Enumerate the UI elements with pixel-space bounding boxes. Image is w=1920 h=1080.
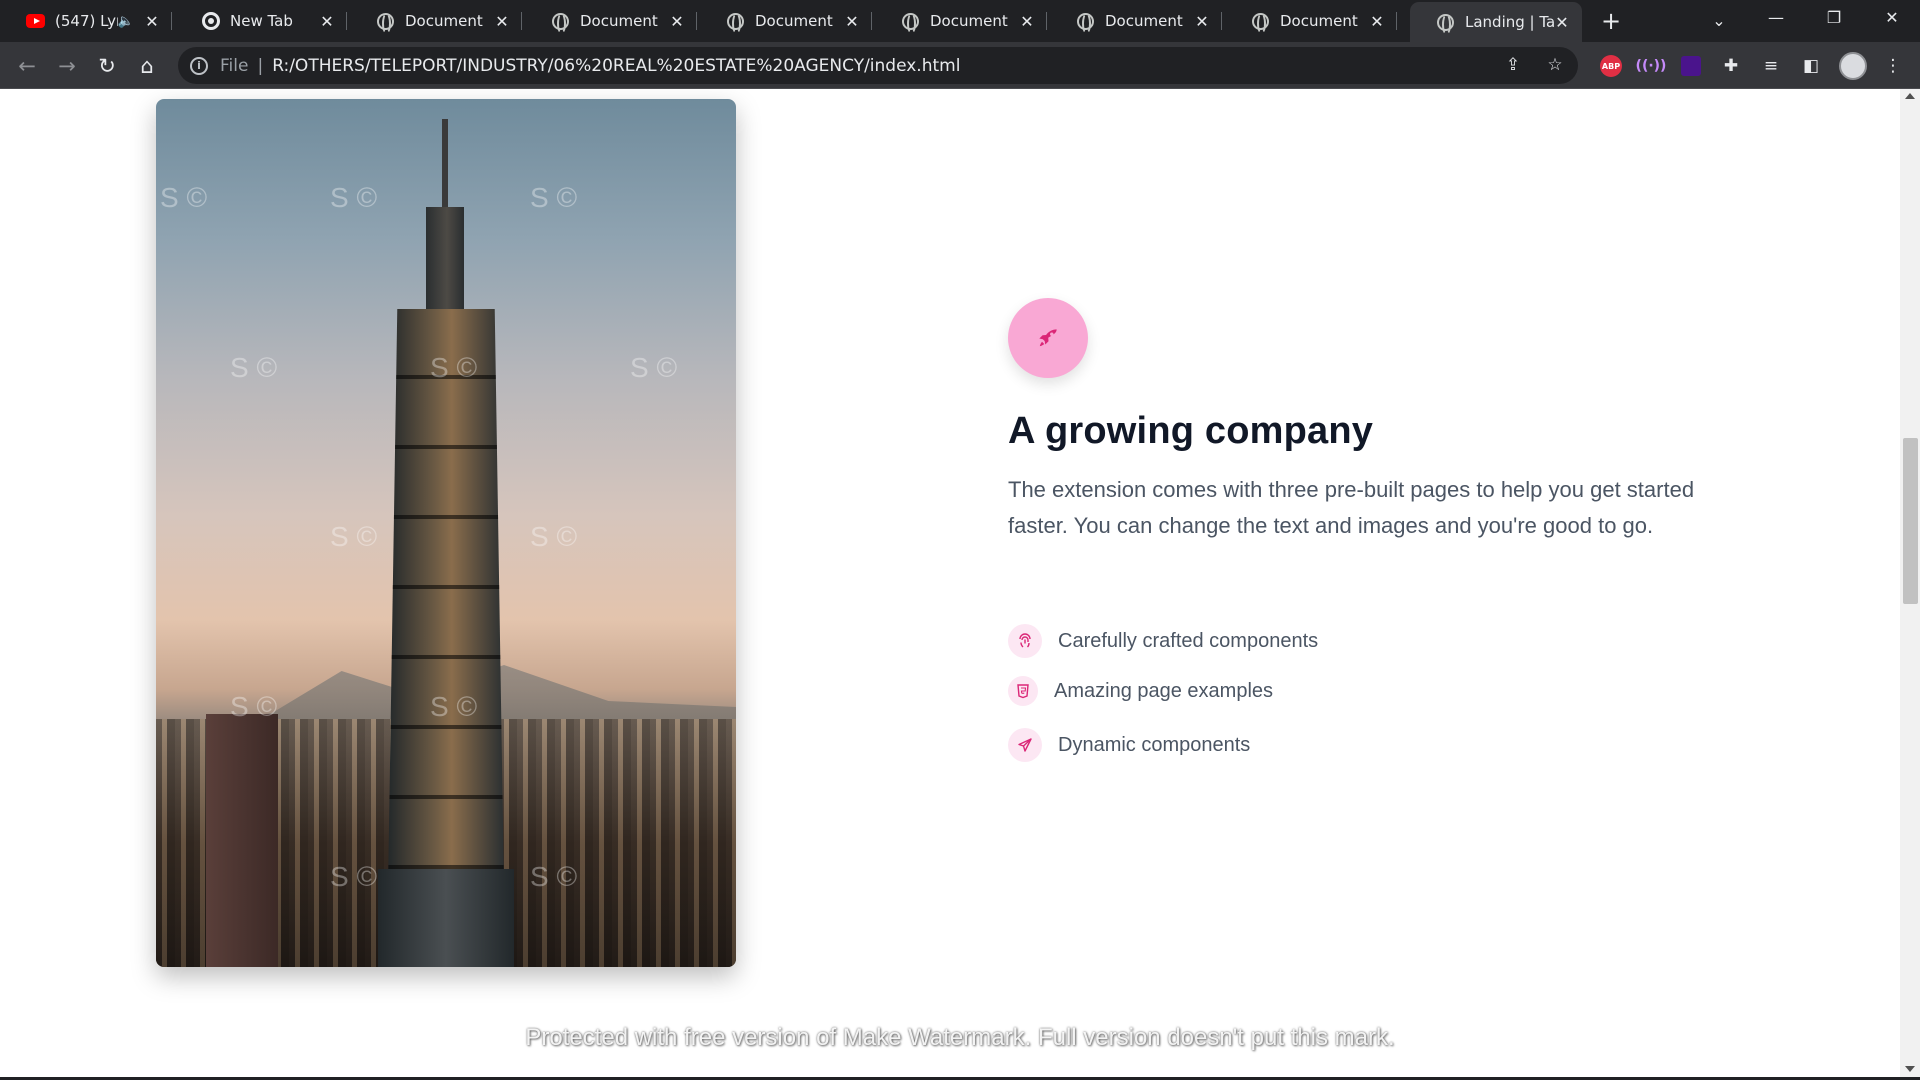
reload-button[interactable]: ↻ — [91, 50, 123, 82]
feature-item-text: Carefully crafted components — [1058, 629, 1319, 652]
url-text[interactable]: R:/OTHERS/TELEPORT/INDUSTRY/06%20REAL%20… — [272, 56, 960, 76]
tab-title: (547) Lyric — [55, 12, 118, 30]
chrome-icon — [201, 12, 220, 31]
close-tab-icon[interactable]: ✕ — [144, 12, 160, 31]
purple-wave-icon[interactable]: ((·)) — [1636, 52, 1667, 80]
tab-title: Document — [930, 12, 1008, 30]
share-icon[interactable]: ⇪ — [1500, 52, 1526, 78]
tab-title: Document — [1280, 12, 1358, 30]
fingerprint-icon — [1008, 624, 1042, 658]
back-button[interactable]: ← — [11, 50, 43, 82]
tab-title: Document — [405, 12, 483, 30]
side-panel-icon[interactable]: ◧ — [1797, 52, 1825, 80]
close-tab-icon[interactable]: ✕ — [1369, 12, 1385, 31]
bookmark-star-icon[interactable]: ☆ — [1542, 52, 1568, 78]
feature-icon-badge — [1008, 298, 1088, 378]
address-bar[interactable]: i File | R:/OTHERS/TELEPORT/INDUSTRY/06%… — [178, 47, 1578, 84]
watermark-mark: S © — [230, 691, 278, 722]
rocket-icon — [1039, 329, 1057, 347]
feature-title: A growing company — [1008, 410, 1374, 452]
globe-icon — [1436, 13, 1455, 35]
tab-search-chevron-icon[interactable]: ⌄ — [1706, 8, 1732, 34]
feature-item-text: Amazing page examples — [1054, 679, 1274, 702]
home-button[interactable]: ⌂ — [131, 50, 163, 82]
watermark-mark: S © — [530, 521, 578, 552]
scrollbar-thumb[interactable] — [1903, 438, 1918, 604]
tab-document-4[interactable]: Document ✕ — [875, 0, 1047, 42]
tab-document-2[interactable]: Document ✕ — [525, 0, 697, 42]
watermark-mark: S © — [430, 691, 478, 722]
close-tab-icon[interactable]: ✕ — [844, 12, 860, 31]
tab-document-3[interactable]: Document ✕ — [700, 0, 872, 42]
tab-landing-active[interactable]: Landing | Tailw ✕ — [1410, 2, 1582, 42]
close-tab-icon[interactable]: ✕ — [494, 12, 510, 31]
close-window-button[interactable]: ✕ — [1864, 0, 1920, 36]
tab-title: Document — [580, 12, 658, 30]
watermark-mark: S © — [330, 182, 378, 213]
page-viewport: A growing company The extension comes wi… — [0, 89, 1900, 1077]
tab-title: Document — [1105, 12, 1183, 30]
close-tab-icon[interactable]: ✕ — [1194, 12, 1210, 31]
tab-document-1[interactable]: Document ✕ — [350, 0, 522, 42]
profile-avatar[interactable] — [1839, 52, 1867, 80]
info-icon[interactable]: i — [190, 56, 208, 75]
list-item: Amazing page examples — [1008, 676, 1273, 706]
taipei-101-photo — [156, 99, 736, 967]
tab-title: Document — [755, 12, 833, 30]
restore-button[interactable]: ❐ — [1806, 0, 1862, 36]
watermark-mark: S © — [330, 861, 378, 892]
globe-icon — [1251, 12, 1270, 34]
new-tab-button[interactable]: + — [1597, 7, 1625, 35]
adblock-plus-icon[interactable]: ABP — [1597, 52, 1625, 80]
watermark-mark: S © — [630, 352, 678, 383]
tab-youtube[interactable]: (547) Lyric 🔈 ✕ — [0, 0, 172, 42]
watermark-mark: S © — [230, 352, 278, 383]
globe-icon — [726, 12, 745, 34]
watermark-mark: S © — [330, 521, 378, 552]
list-item: Dynamic components — [1008, 728, 1250, 762]
menu-kebab-icon[interactable]: ⋮ — [1879, 52, 1907, 80]
paper-plane-icon — [1008, 728, 1042, 762]
feature-description: The extension comes with three pre-built… — [1008, 477, 1695, 538]
reading-list-icon[interactable]: ≡ — [1757, 52, 1785, 80]
tab-new-tab[interactable]: New Tab ✕ — [175, 0, 347, 42]
globe-icon — [551, 12, 570, 34]
url-scheme: File — [220, 55, 249, 76]
scroll-down-arrow-icon[interactable] — [1905, 1066, 1915, 1072]
feature-item-text: Dynamic components — [1058, 733, 1251, 756]
close-tab-icon[interactable]: ✕ — [319, 12, 335, 31]
minimize-button[interactable]: — — [1748, 0, 1804, 36]
html5-icon — [1008, 676, 1038, 706]
youtube-icon — [26, 12, 45, 31]
tab-strip: (547) Lyric 🔈 ✕ New Tab ✕ Document ✕ Doc… — [0, 0, 1920, 42]
globe-icon — [901, 12, 920, 34]
browser-toolbar: ← → ↻ ⌂ i File | R:/OTHERS/TELEPORT/INDU… — [0, 42, 1920, 89]
globe-icon — [1076, 12, 1095, 34]
watermark-mark: S © — [430, 352, 478, 383]
forward-button[interactable]: → — [51, 50, 83, 82]
watermark-notice: Protected with free version of Make Wate… — [525, 1024, 1395, 1051]
close-tab-icon[interactable]: ✕ — [669, 12, 685, 31]
close-tab-icon[interactable]: ✕ — [1019, 12, 1035, 31]
tab-title: New Tab — [230, 12, 293, 30]
scroll-up-arrow-icon[interactable] — [1905, 93, 1915, 99]
watermark-mark: S © — [160, 182, 208, 213]
watermark-mark: S © — [530, 182, 578, 213]
speaker-icon[interactable]: 🔈 — [118, 14, 134, 29]
tab-title: Landing | Tailw — [1465, 13, 1554, 31]
list-item: Carefully crafted components — [1008, 624, 1318, 658]
watermark-mark: S © — [530, 861, 578, 892]
puzzle-icon[interactable]: ✚ — [1717, 52, 1745, 80]
purple-square-icon[interactable] — [1677, 52, 1705, 80]
globe-icon — [376, 12, 395, 34]
tab-document-5[interactable]: Document ✕ — [1050, 0, 1222, 42]
close-tab-icon[interactable]: ✕ — [1554, 13, 1570, 32]
tab-document-6[interactable]: Document ✕ — [1225, 0, 1397, 42]
